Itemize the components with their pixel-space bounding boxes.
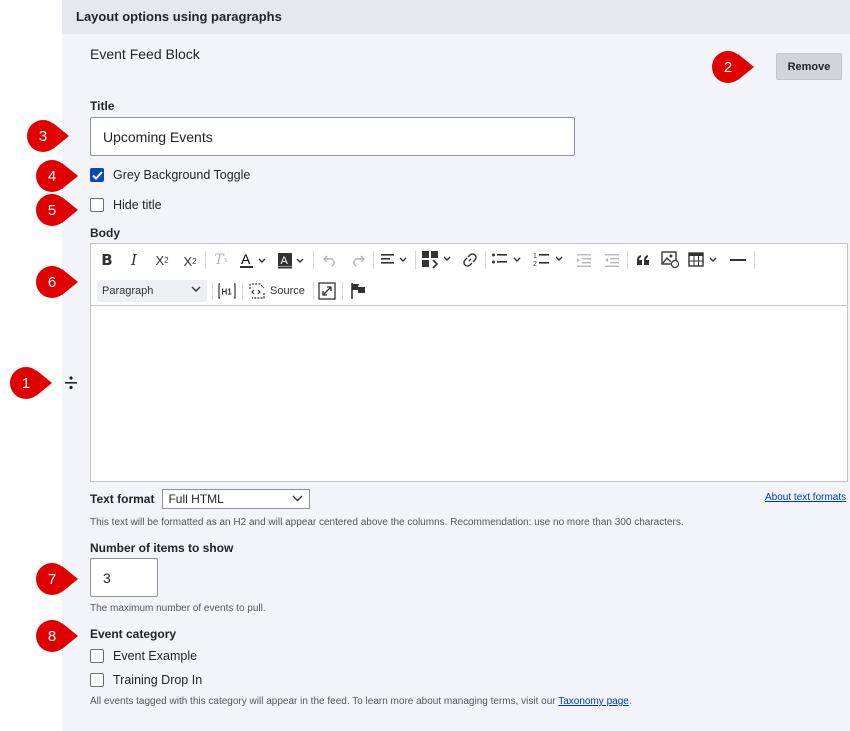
title-input[interactable]: Upcoming Events: [90, 117, 575, 156]
anchor-flag-icon[interactable]: [348, 281, 368, 301]
body-editor: B I X2 X2 Tx A A 1 2 Paragraph H1 Source: [90, 243, 848, 482]
event-category-help-suffix: .: [628, 696, 632, 707]
bulleted-list-icon[interactable]: [491, 250, 525, 270]
svg-text:2: 2: [533, 261, 537, 268]
fullscreen-icon[interactable]: [317, 281, 337, 301]
checkbox-empty-icon[interactable]: [90, 649, 104, 663]
checkbox-checked-icon[interactable]: [90, 168, 104, 182]
items-input[interactable]: 3: [90, 558, 158, 597]
chevron-down-icon: [191, 284, 201, 297]
blockquote-icon[interactable]: [634, 250, 652, 270]
category-option-event-example[interactable]: Event Example: [90, 649, 197, 663]
paragraph-style-value: Paragraph: [102, 285, 154, 297]
section-title: Layout options using paragraphs: [76, 9, 282, 24]
remove-format-icon[interactable]: Tx: [211, 250, 231, 270]
insert-image-icon[interactable]: [660, 249, 680, 269]
callout-marker-3: 3: [27, 120, 69, 152]
numbered-list-icon[interactable]: 12: [533, 250, 567, 270]
grey-background-toggle[interactable]: Grey Background Toggle: [90, 168, 250, 182]
editor-toolbar: B I X2 X2 Tx A A 1 2 Paragraph H1 Source: [91, 244, 847, 306]
svg-text:A: A: [241, 251, 251, 267]
event-category-help: All events tagged with this category wil…: [90, 696, 632, 707]
about-text-formats-link[interactable]: About text formats: [765, 492, 846, 503]
category-option-training-drop-in[interactable]: Training Drop In: [90, 673, 202, 687]
drag-handle-icon[interactable]: [64, 375, 78, 391]
category-option-label: Event Example: [113, 649, 198, 663]
chevron-down-icon: [292, 493, 303, 507]
category-option-label: Training Drop In: [113, 673, 203, 687]
heading-icon[interactable]: H1: [217, 281, 237, 301]
text-format-row: Text format Full HTML: [90, 489, 311, 509]
svg-text:H1: H1: [222, 288, 233, 297]
subscript-icon[interactable]: X2: [179, 251, 201, 271]
callout-marker-8: 8: [36, 620, 78, 652]
text-format-value: Full HTML: [168, 492, 224, 506]
text-format-help: This text will be formatted as an H2 and…: [90, 517, 684, 528]
svg-text:A: A: [281, 255, 289, 267]
event-category-label: Event category: [90, 627, 177, 641]
callout-marker-4: 4: [36, 160, 78, 192]
checkbox-empty-icon[interactable]: [90, 673, 104, 687]
hide-title-label: Hide title: [113, 198, 162, 212]
indent-icon[interactable]: [575, 250, 593, 270]
horizontal-line-icon[interactable]: [729, 250, 747, 270]
paragraph-style-select[interactable]: Paragraph: [97, 280, 207, 302]
body-text-area[interactable]: [91, 306, 847, 481]
svg-text:1: 1: [533, 253, 537, 260]
font-color-icon[interactable]: A: [239, 250, 269, 270]
source-icon: [249, 283, 265, 299]
callout-marker-6: 6: [36, 266, 78, 298]
insert-media-icon[interactable]: [421, 249, 455, 269]
grey-background-label: Grey Background Toggle: [113, 168, 251, 182]
source-label: Source: [270, 285, 305, 297]
outdent-icon[interactable]: [603, 250, 621, 270]
callout-marker-5: 5: [36, 194, 78, 226]
event-category-help-text: All events tagged with this category wil…: [90, 696, 559, 707]
remove-button[interactable]: Remove: [776, 53, 842, 80]
italic-icon[interactable]: I: [125, 250, 143, 270]
callout-marker-2: 2: [712, 51, 754, 83]
callout-marker-1: 1: [10, 367, 52, 399]
taxonomy-page-link[interactable]: Taxonomy page: [558, 696, 629, 707]
block-type-label: Event Feed Block: [90, 46, 200, 62]
redo-icon[interactable]: [349, 250, 367, 270]
items-label: Number of items to show: [90, 541, 234, 555]
body-label: Body: [90, 226, 120, 240]
checkbox-empty-icon[interactable]: [90, 198, 104, 212]
text-format-label: Text format: [90, 492, 155, 506]
source-button[interactable]: Source: [248, 281, 308, 301]
table-icon[interactable]: [688, 250, 722, 270]
hide-title-toggle[interactable]: Hide title: [90, 198, 162, 212]
items-help: The maximum number of events to pull.: [90, 603, 266, 614]
bold-icon[interactable]: B: [98, 250, 116, 270]
text-format-select[interactable]: Full HTML: [162, 489, 311, 509]
align-icon[interactable]: [379, 250, 411, 270]
link-icon[interactable]: [461, 250, 479, 270]
superscript-icon[interactable]: X2: [151, 250, 173, 270]
undo-icon[interactable]: [321, 250, 339, 270]
background-color-icon[interactable]: A: [277, 250, 307, 270]
callout-marker-7: 7: [36, 563, 78, 595]
title-label: Title: [90, 99, 115, 113]
